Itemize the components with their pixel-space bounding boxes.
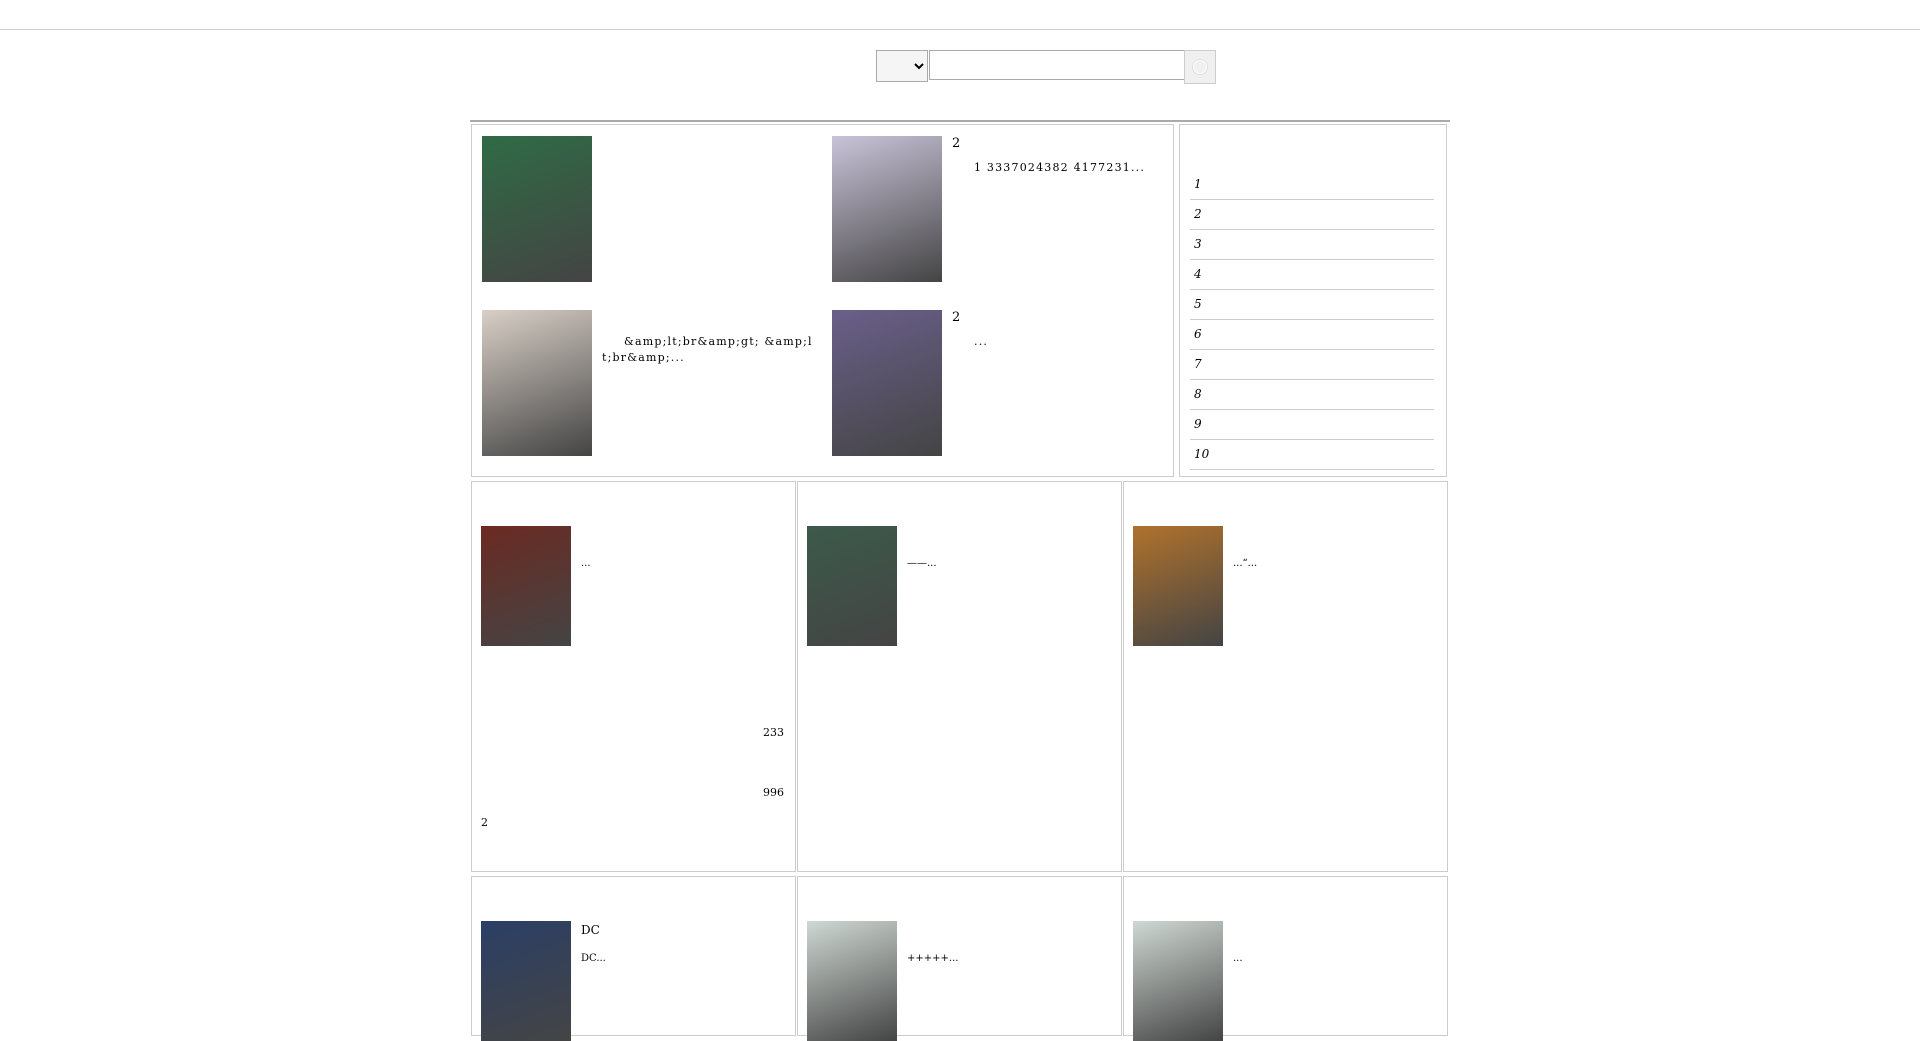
book-description: &amp;lt;br&amp;gt; &amp;lt;br&amp;... — [602, 335, 813, 364]
search-icon — [1193, 60, 1207, 74]
category-panel: ——... — [797, 481, 1122, 872]
featured-book[interactable]: &amp;lt;br&amp;gt; &amp;lt;br&amp;... — [482, 310, 822, 456]
list-item[interactable] — [481, 756, 784, 786]
list-item[interactable] — [481, 696, 784, 726]
rank-number: 9 — [1194, 417, 1202, 431]
list-author[interactable]: 996 — [763, 786, 784, 799]
rank-number: 4 — [1194, 267, 1202, 281]
book-cover[interactable] — [1133, 526, 1223, 646]
ranking-item[interactable]: 10 — [1190, 439, 1434, 470]
category-panel: +++++... — [797, 876, 1122, 1041]
book-cover[interactable] — [482, 310, 592, 456]
list-author[interactable]: 233 — [763, 726, 784, 739]
featured-book[interactable] — [482, 136, 822, 282]
rank-number: 5 — [1194, 297, 1202, 311]
search-input[interactable] — [929, 50, 1191, 80]
list-item[interactable] — [1133, 816, 1436, 846]
book-cover[interactable] — [807, 921, 897, 1041]
book-description: +++++... — [907, 953, 959, 964]
book-title[interactable]: 2 — [952, 310, 960, 325]
list-item[interactable] — [1133, 786, 1436, 816]
list-item[interactable] — [1133, 696, 1436, 726]
search-type-select[interactable] — [876, 50, 928, 82]
book-description: ... — [1233, 953, 1243, 964]
list-item[interactable] — [481, 846, 784, 876]
book-description: ... — [974, 335, 989, 348]
list-item[interactable] — [481, 666, 784, 696]
rank-number: 6 — [1194, 327, 1202, 341]
category-panel: DC DC... — [471, 876, 796, 1041]
featured-book[interactable]: 2 1 3337024382 4177231... — [832, 136, 1172, 282]
rank-number: 1 — [1194, 177, 1202, 191]
ranking-item[interactable]: 4 — [1190, 259, 1434, 290]
list-item[interactable] — [807, 786, 1110, 816]
book-cover[interactable] — [832, 310, 942, 456]
main-nav — [470, 90, 1450, 122]
list-item[interactable] — [1133, 846, 1436, 876]
list-item[interactable] — [807, 816, 1110, 846]
list-item[interactable] — [1133, 726, 1436, 756]
list-item[interactable] — [807, 756, 1110, 786]
rank-number: 8 — [1194, 387, 1202, 401]
ranking-item[interactable]: 5 — [1190, 289, 1434, 320]
book-description: ...“... — [1233, 558, 1258, 569]
rank-number: 7 — [1194, 357, 1202, 371]
featured-panel: 2 1 3337024382 4177231... &amp;lt;br&amp… — [471, 124, 1174, 477]
book-cover[interactable] — [481, 921, 571, 1041]
category-panel: ... — [1123, 876, 1448, 1041]
book-description: DC... — [581, 953, 606, 964]
list-item[interactable] — [807, 666, 1110, 696]
ranking-item[interactable]: 9 — [1190, 409, 1434, 440]
book-cover[interactable] — [832, 136, 942, 282]
ranking-item[interactable]: 7 — [1190, 349, 1434, 380]
list-item[interactable] — [807, 696, 1110, 726]
book-description: 1 3337024382 4177231... — [974, 161, 1146, 174]
list-book-name[interactable]: 2 — [481, 816, 488, 829]
ranking-item[interactable]: 6 — [1190, 319, 1434, 350]
book-description: ——... — [907, 558, 937, 569]
book-cover[interactable] — [482, 136, 592, 282]
book-title[interactable]: DC — [581, 923, 600, 937]
book-cover[interactable] — [1133, 921, 1223, 1041]
rank-number: 10 — [1194, 447, 1210, 461]
ranking-item[interactable]: 8 — [1190, 379, 1434, 410]
ranking-item[interactable]: 2 — [1190, 199, 1434, 230]
search-button[interactable] — [1184, 50, 1216, 84]
ranking-item[interactable]: 1 — [1190, 169, 1434, 200]
category-panel: ... 233 996 2 — [471, 481, 796, 872]
ranking-panel: 1 2 3 4 5 6 7 8 9 10 — [1179, 124, 1447, 477]
top-bar — [0, 0, 1920, 30]
list-item[interactable]: 996 — [481, 786, 784, 816]
list-item[interactable] — [1133, 756, 1436, 786]
list-item[interactable] — [807, 726, 1110, 756]
list-item[interactable] — [807, 846, 1110, 876]
rank-number: 3 — [1194, 237, 1202, 251]
featured-book[interactable]: 2 ... — [832, 310, 1172, 456]
book-cover[interactable] — [807, 526, 897, 646]
list-item[interactable]: 233 — [481, 726, 784, 756]
book-title[interactable]: 2 — [952, 136, 960, 151]
ranking-item[interactable]: 3 — [1190, 229, 1434, 260]
list-item[interactable]: 2 — [481, 816, 784, 846]
book-description: ... — [581, 558, 591, 569]
category-panel: ...“... — [1123, 481, 1448, 872]
list-item[interactable] — [1133, 666, 1436, 696]
book-cover[interactable] — [481, 526, 571, 646]
rank-number: 2 — [1194, 207, 1202, 221]
